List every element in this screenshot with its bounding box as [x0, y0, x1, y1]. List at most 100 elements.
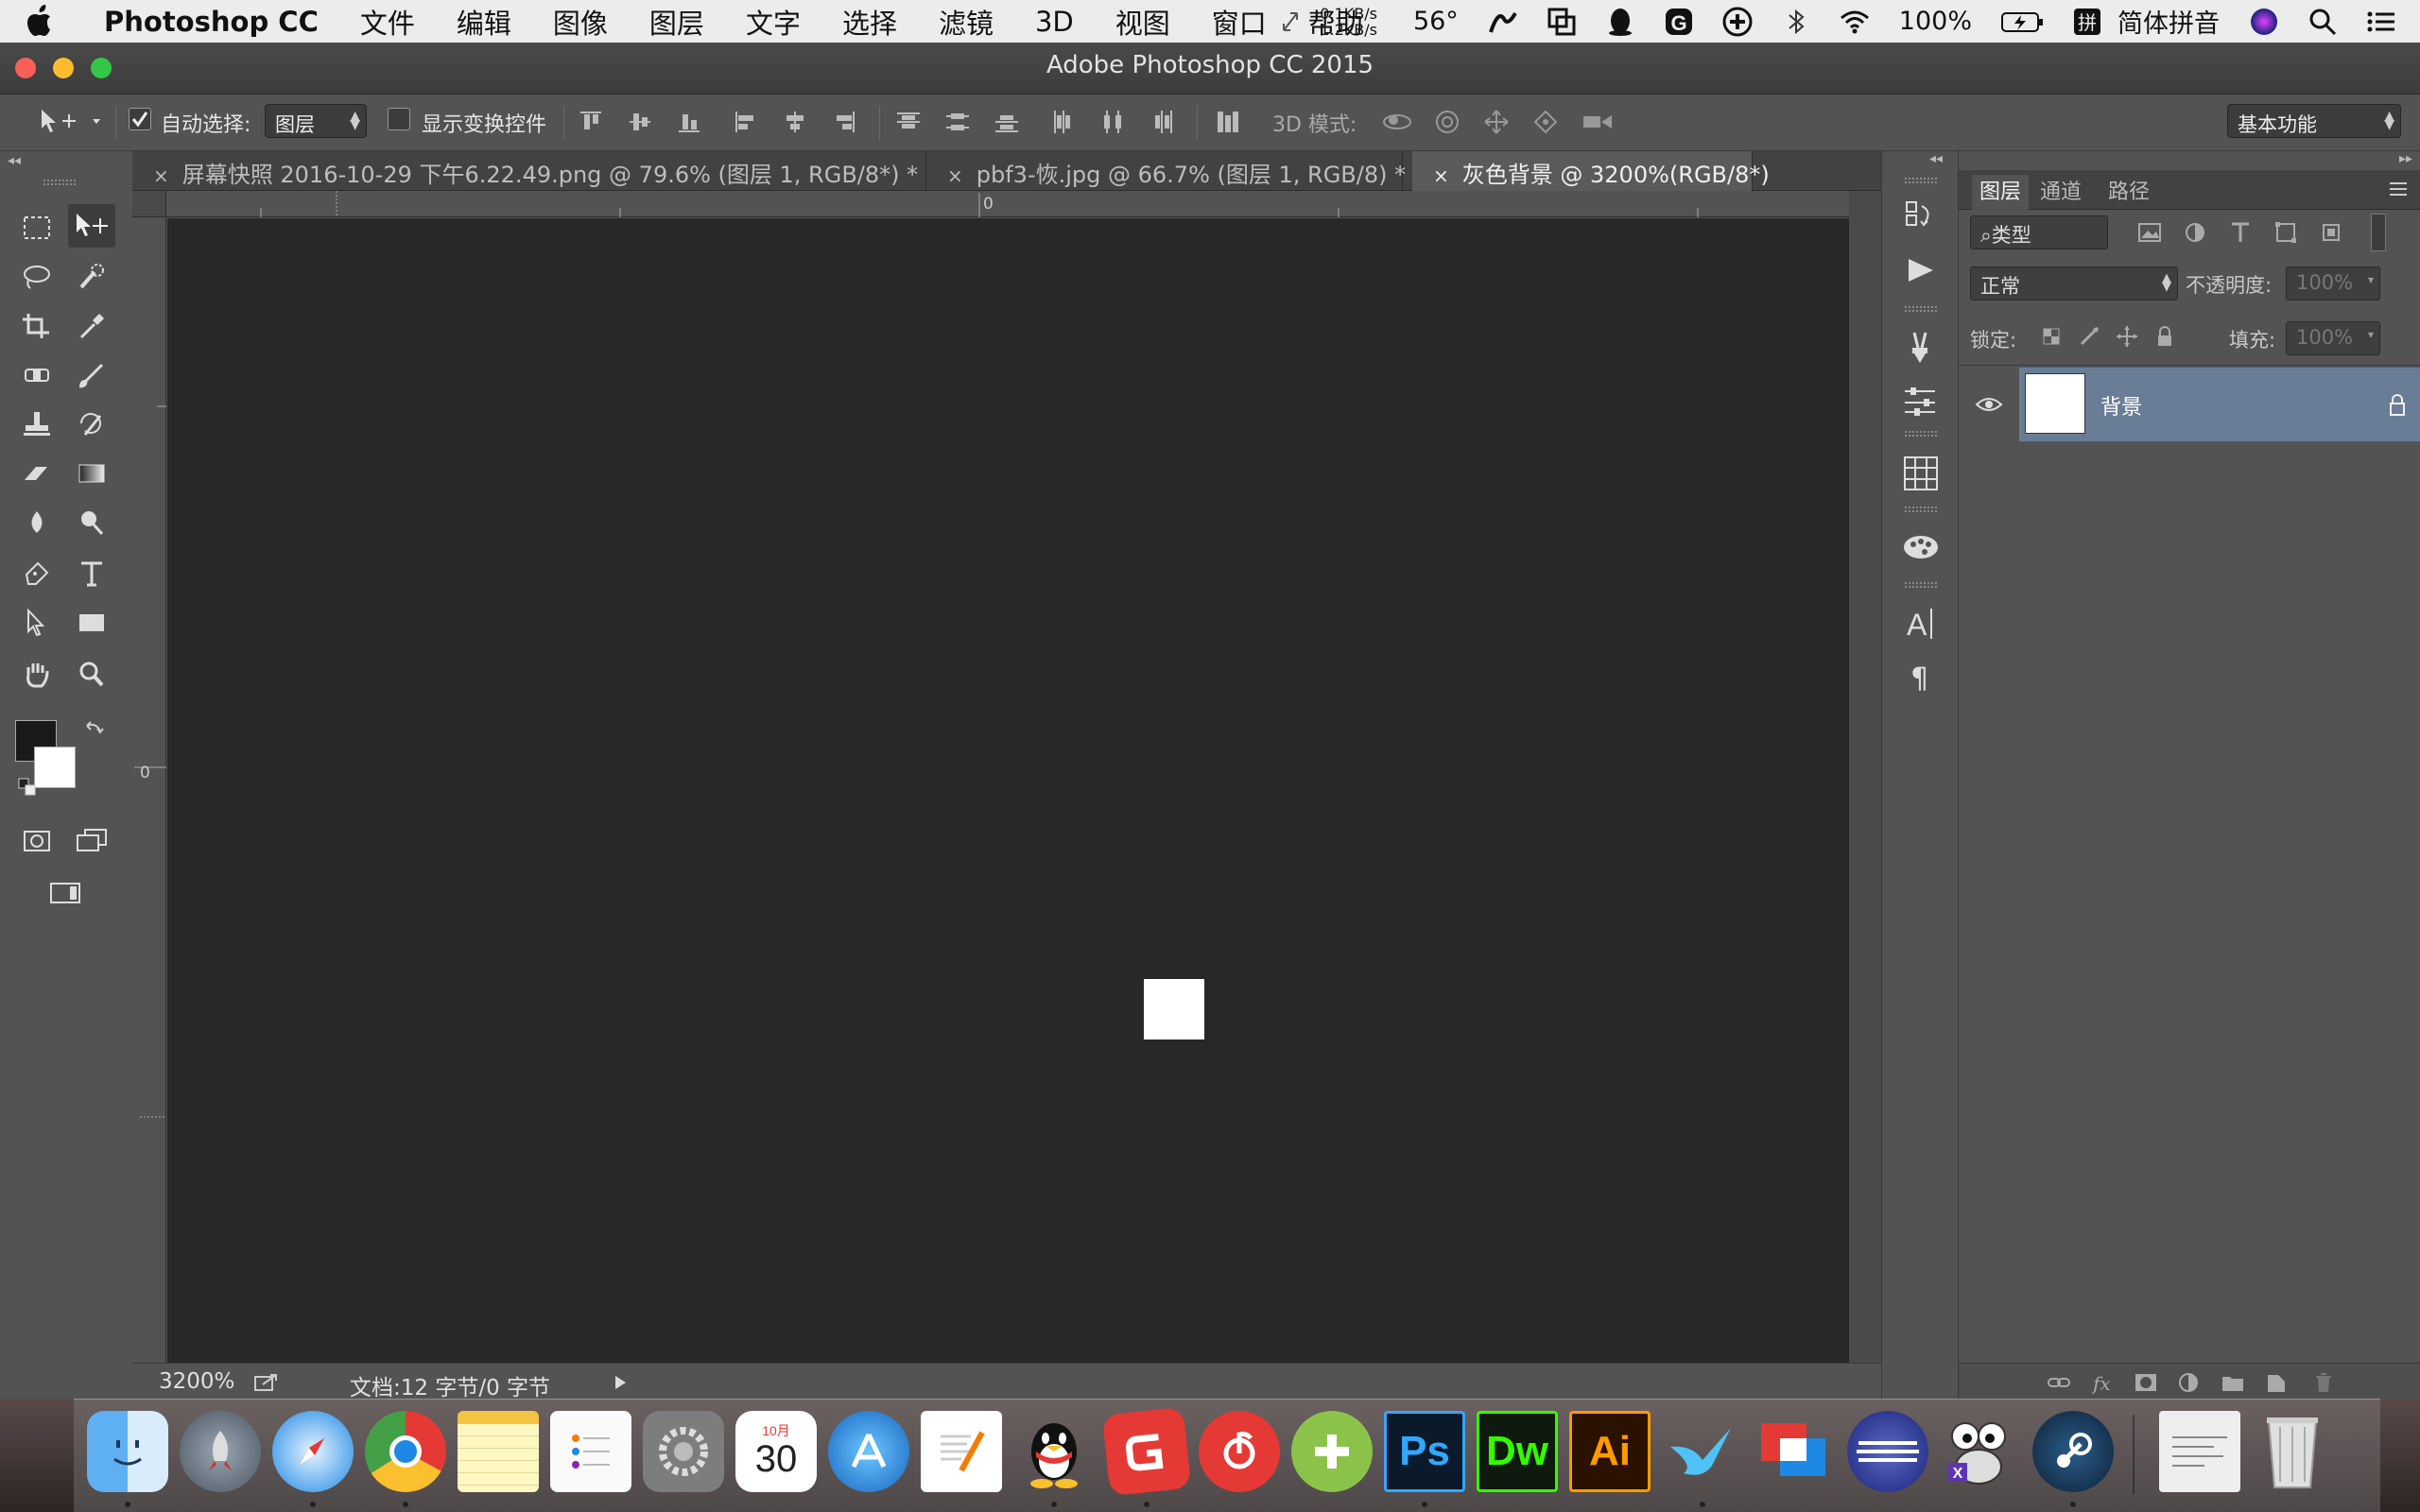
trash-icon[interactable] [2252, 1411, 2333, 1492]
green-plus-app-icon[interactable] [1291, 1411, 1373, 1492]
history-panel-icon[interactable] [1899, 195, 1943, 238]
actions-play-icon[interactable] [1899, 249, 1943, 293]
pinyin-input-icon[interactable]: 拼 [2072, 6, 2104, 38]
history-brush-tool-icon[interactable] [68, 403, 115, 446]
menu-filter[interactable]: 滤镜 [939, 2, 994, 42]
eyedropper-tool-icon[interactable] [68, 304, 115, 348]
dodge-tool-icon[interactable] [68, 501, 115, 544]
document-canvas-pixel[interactable] [1144, 979, 1204, 1040]
menu-select[interactable]: 选择 [842, 2, 897, 42]
menu-edit[interactable]: 编辑 [457, 2, 511, 42]
rectangular-marquee-tool-icon[interactable] [13, 206, 60, 249]
reminders-icon[interactable] [550, 1411, 631, 1492]
document-tab-1[interactable]: × 屏幕快照 2016-10-29 下午6.22.49.png @ 79.6% (… [132, 151, 926, 191]
chrome-icon[interactable] [365, 1411, 446, 1492]
eraser-tool-icon[interactable] [13, 452, 60, 495]
filter-kind-dropdown[interactable]: ⌕类型 [1970, 215, 2108, 249]
app-store-icon[interactable] [828, 1411, 909, 1492]
distribute-left-edges-icon[interactable] [1049, 108, 1078, 136]
document-stack-icon[interactable] [2159, 1411, 2240, 1492]
opacity-input[interactable]: 100% ▾ [2286, 266, 2380, 301]
notification-center-icon[interactable] [2365, 6, 2397, 38]
menu-layer[interactable]: 图层 [649, 2, 704, 42]
blur-tool-icon[interactable] [13, 501, 60, 544]
plus-circle-icon[interactable] [1721, 6, 1754, 38]
auto-select-target-dropdown[interactable]: 图层 ▲ ▼ [265, 104, 367, 138]
screen-mode-icon[interactable] [68, 818, 115, 862]
brush-tool-icon[interactable] [68, 353, 115, 397]
path-selection-tool-icon[interactable] [13, 601, 60, 644]
paragraph-panel-icon[interactable]: ¶ [1899, 654, 1943, 697]
layer-name[interactable]: 背景 [2100, 390, 2142, 421]
color-palette-icon[interactable] [1899, 525, 1943, 569]
wifi-icon[interactable] [1839, 6, 1871, 38]
zoom-tool-icon[interactable] [68, 652, 115, 696]
close-tab-icon[interactable]: × [947, 164, 963, 187]
lock-position-icon[interactable] [2114, 323, 2140, 350]
default-colors-icon[interactable] [17, 777, 38, 798]
xquartz-icon[interactable]: X [1940, 1411, 2021, 1492]
menu-type[interactable]: 文字 [746, 2, 801, 42]
steam-icon[interactable] [2032, 1411, 2114, 1492]
qq-icon[interactable] [1013, 1411, 1095, 1492]
network-speed[interactable]: 0.1KB/s 1.2KB/s [1320, 6, 1377, 38]
menu-file[interactable]: 文件 [360, 2, 415, 42]
app-menu-photoshop[interactable]: Photoshop CC [104, 6, 319, 38]
align-left-edges-icon[interactable] [732, 108, 760, 136]
close-tab-icon[interactable]: × [1433, 164, 1449, 187]
parallels-icon[interactable] [1754, 1411, 1836, 1492]
distribute-top-edges-icon[interactable] [894, 108, 923, 136]
chevron-down-icon[interactable]: ▾ [2368, 328, 2374, 341]
distribute-right-edges-icon[interactable] [1148, 108, 1176, 136]
bluetooth-icon[interactable] [1780, 6, 1812, 38]
new-adjustment-layer-icon[interactable] [2176, 1369, 2203, 1396]
align-right-edges-icon[interactable] [830, 108, 858, 136]
battery-charging-icon[interactable] [2000, 6, 2046, 38]
panel-grip[interactable] [1905, 306, 1937, 312]
bird-app-icon[interactable] [1662, 1411, 1743, 1492]
qq-tray-icon[interactable] [1604, 6, 1636, 38]
status-menu-arrow-icon[interactable] [613, 1373, 628, 1392]
pen-tool-icon[interactable] [13, 552, 60, 595]
clone-stamp-tool-icon[interactable] [13, 403, 60, 446]
move-tool-icon[interactable] [68, 204, 115, 248]
filter-smart-objects-icon[interactable] [2318, 219, 2344, 246]
panel-grip[interactable] [1905, 178, 1937, 183]
distribute-bottom-edges-icon[interactable] [993, 108, 1021, 136]
tunnel-app-icon[interactable] [1487, 6, 1519, 38]
filter-adjustment-layers-icon[interactable] [2182, 219, 2208, 246]
apple-menu-icon[interactable] [26, 0, 76, 43]
temperature-readout[interactable]: 56° [1413, 7, 1459, 36]
network-arrows-icon[interactable] [1274, 6, 1306, 38]
auto-align-layers-icon[interactable] [1214, 108, 1242, 136]
spotlight-search-icon[interactable] [2307, 6, 2339, 38]
zoom-level[interactable]: 3200% [159, 1369, 234, 1394]
vertical-ruler[interactable]: 0 [132, 217, 166, 1363]
lasso-tool-icon[interactable] [13, 255, 60, 299]
canvas-area[interactable] [167, 218, 1849, 1363]
panel-grip[interactable] [1905, 431, 1937, 437]
type-tool-icon[interactable] [68, 552, 115, 595]
auto-select-checkbox[interactable] [129, 108, 151, 130]
input-method-label[interactable]: 简体拼音 [2118, 3, 2220, 40]
align-horizontal-centers-icon[interactable] [781, 108, 809, 136]
pages-icon[interactable] [921, 1411, 1002, 1492]
edit-toolbar-icon[interactable] [42, 871, 89, 915]
quick-mask-icon[interactable] [13, 818, 60, 862]
close-tab-icon[interactable]: × [153, 164, 169, 187]
gradient-tool-icon[interactable] [68, 452, 115, 495]
layer-visibility-cell[interactable] [1959, 367, 2017, 442]
move-tool-preset-icon[interactable] [38, 108, 104, 136]
3d-scale-camera-icon[interactable] [1581, 108, 1612, 136]
dreamweaver-icon[interactable]: Dw [1477, 1411, 1558, 1492]
netease-music-icon[interactable] [1199, 1411, 1280, 1492]
expand-arrows-icon[interactable]: ▸▸ [2399, 151, 2412, 166]
tab-channels[interactable]: 通道 [2040, 175, 2082, 205]
fill-input[interactable]: 100% ▾ [2286, 321, 2380, 355]
notes-icon[interactable] [458, 1411, 539, 1492]
collapse-arrows-icon[interactable]: ◂◂ [8, 153, 21, 168]
align-top-edges-icon[interactable] [577, 108, 605, 136]
add-layer-style-icon[interactable]: fx [2089, 1369, 2116, 1396]
finder-icon[interactable] [87, 1411, 168, 1492]
siri-icon[interactable] [2248, 6, 2280, 38]
